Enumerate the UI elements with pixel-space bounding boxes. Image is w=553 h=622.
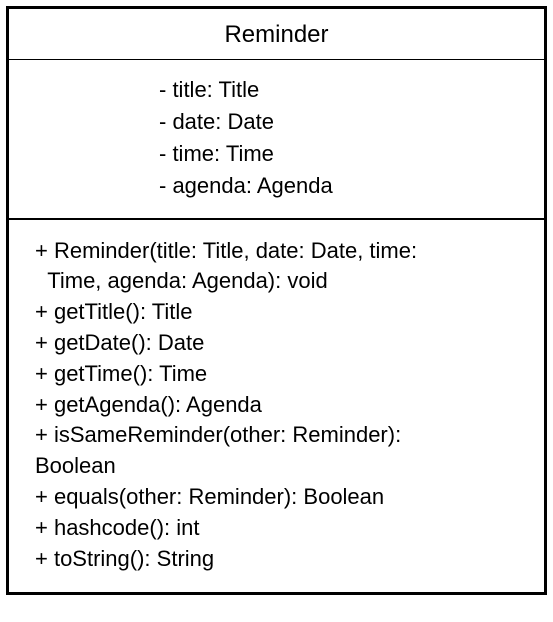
attribute-row: - title: Title (159, 74, 524, 106)
method-row: + getAgenda(): Agenda (35, 390, 524, 421)
method-row: + getDate(): Date (35, 328, 524, 359)
uml-class-box: Reminder - title: Title - date: Date - t… (6, 6, 547, 595)
method-row: + toString(): String (35, 544, 524, 575)
method-row: + isSameReminder(other: Reminder): Boole… (35, 420, 524, 482)
class-name-section: Reminder (9, 9, 544, 60)
attributes-section: - title: Title - date: Date - time: Time… (9, 60, 544, 220)
method-row: + hashcode(): int (35, 513, 524, 544)
attribute-row: - time: Time (159, 138, 524, 170)
attribute-row: - agenda: Agenda (159, 170, 524, 202)
attribute-row: - date: Date (159, 106, 524, 138)
method-row: + equals(other: Reminder): Boolean (35, 482, 524, 513)
class-name: Reminder (224, 21, 328, 48)
method-row: + getTime(): Time (35, 359, 524, 390)
methods-section: + Reminder(title: Title, date: Date, tim… (9, 220, 544, 593)
method-row: + getTitle(): Title (35, 297, 524, 328)
method-row: + Reminder(title: Title, date: Date, tim… (35, 236, 524, 298)
